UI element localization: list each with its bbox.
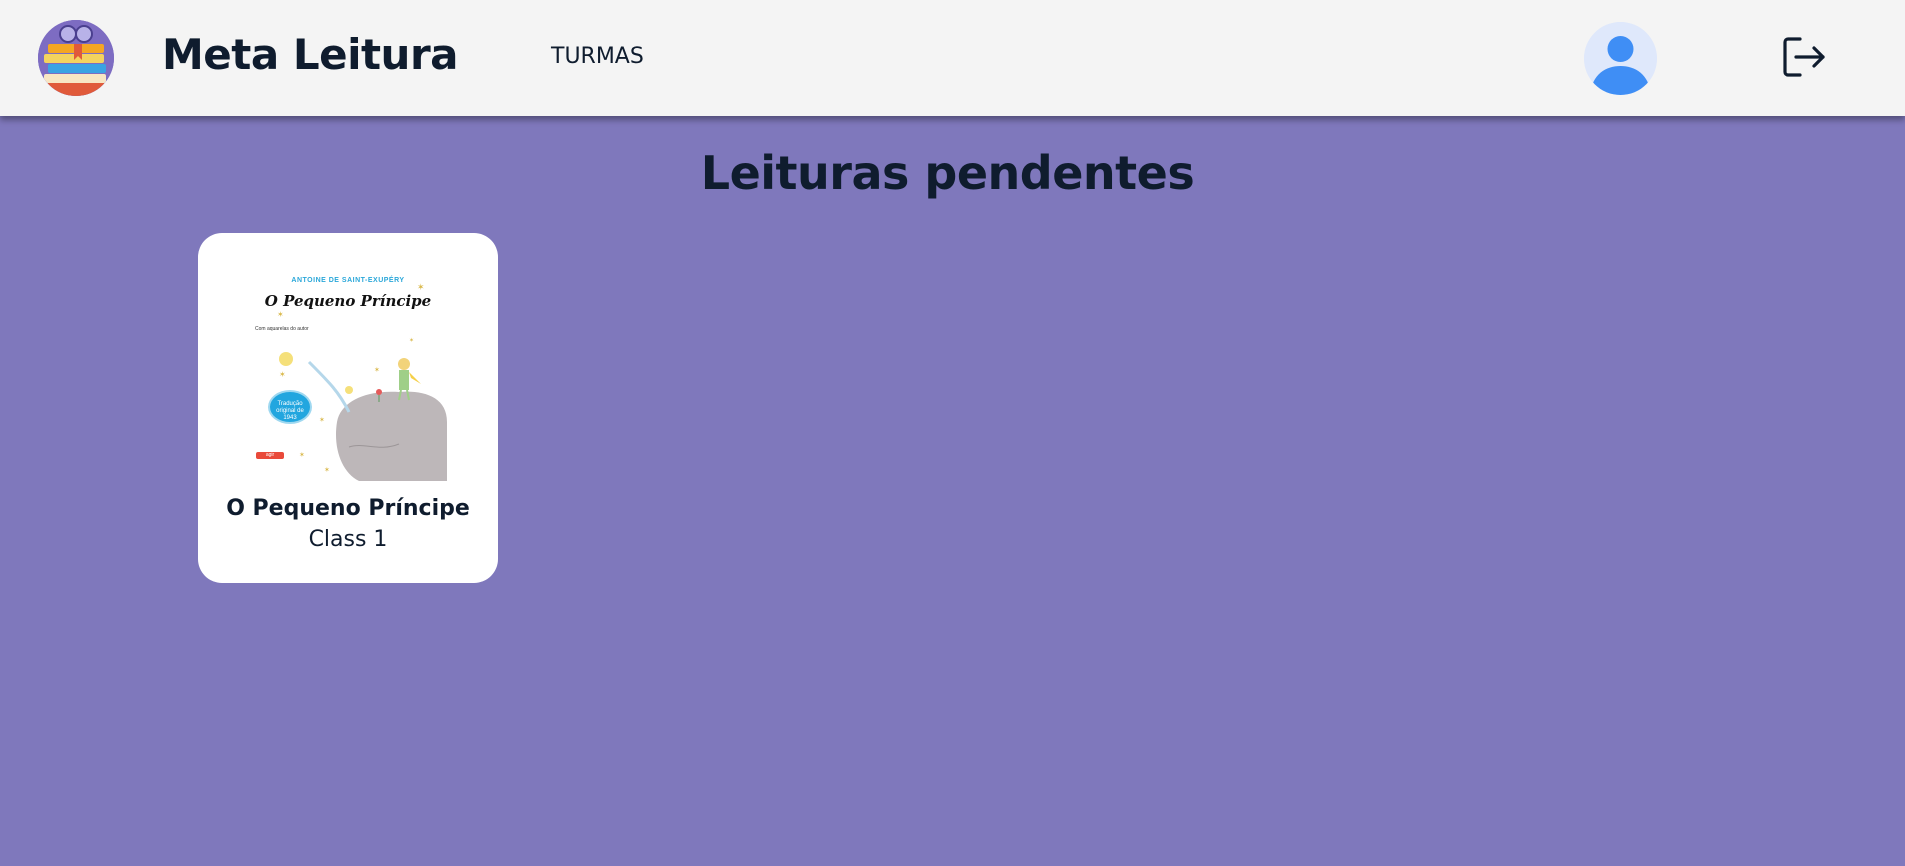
svg-text:✶: ✶ (324, 466, 330, 474)
books-stack-logo-icon[interactable] (38, 20, 114, 96)
cover-publisher: agir (256, 452, 284, 459)
logout-icon[interactable] (1782, 36, 1828, 78)
book-cover-image: ANTOINE DE SAINT-EXUPÉRY O Pequeno Prínc… (249, 272, 447, 481)
svg-text:✶: ✶ (277, 310, 284, 319)
svg-text:✶: ✶ (279, 370, 286, 379)
svg-text:✶: ✶ (319, 416, 325, 424)
app-title: Meta Leitura (162, 30, 459, 79)
svg-text:✶: ✶ (374, 366, 380, 374)
nav-link-turmas[interactable]: TURMAS (551, 44, 644, 69)
user-avatar-icon[interactable] (1584, 22, 1657, 95)
svg-text:✶: ✶ (299, 451, 305, 459)
cover-badge: Tradução original de 1943 (268, 390, 312, 424)
top-navbar: Meta Leitura TURMAS (0, 0, 1905, 116)
page-title: Leituras pendentes (700, 146, 1195, 200)
svg-text:✶: ✶ (409, 337, 414, 344)
reading-class-name: Class 1 (308, 527, 388, 552)
reading-card[interactable]: ANTOINE DE SAINT-EXUPÉRY O Pequeno Prínc… (198, 233, 498, 583)
svg-text:✶: ✶ (417, 283, 425, 293)
reading-title: O Pequeno Príncipe (226, 496, 470, 521)
